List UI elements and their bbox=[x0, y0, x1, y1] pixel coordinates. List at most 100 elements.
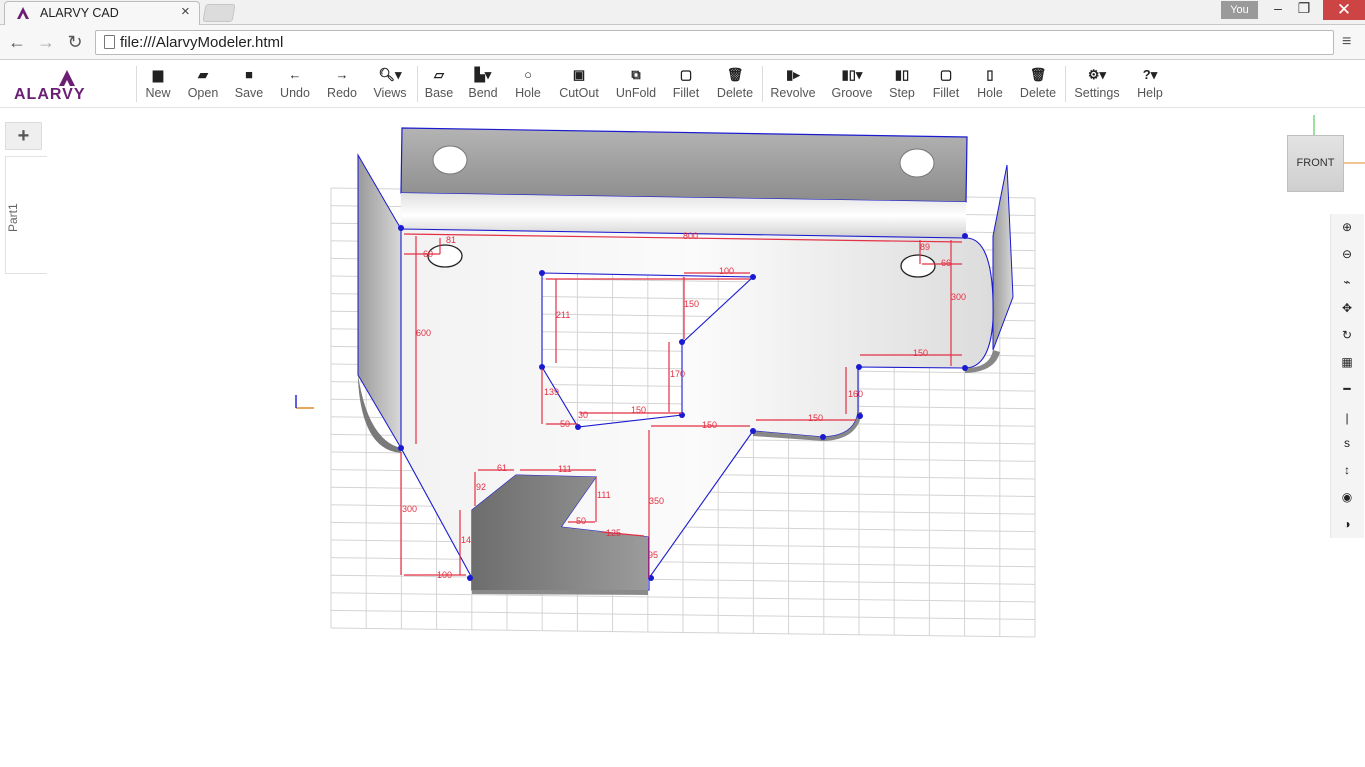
revolve-icon: ▮▸ bbox=[786, 67, 800, 82]
minimize-icon[interactable]: – bbox=[1264, 0, 1292, 20]
dim-label: 100 bbox=[437, 570, 452, 580]
dim-label: 14 bbox=[461, 535, 471, 545]
trash-icon: 🗑︎ bbox=[1029, 67, 1047, 82]
window-close-icon[interactable]: ✕ bbox=[1323, 0, 1365, 20]
zoom-in-icon[interactable]: ⊕ bbox=[1336, 217, 1358, 237]
dim-label: 600 bbox=[416, 328, 431, 338]
dim-label: 66 bbox=[941, 258, 951, 268]
cutout-icon: ▣ bbox=[572, 67, 586, 82]
dim-label: 92 bbox=[476, 482, 486, 492]
dim-label: 150 bbox=[808, 413, 823, 423]
tool-label: Revolve bbox=[770, 86, 816, 100]
vertex-point bbox=[962, 365, 968, 371]
vertex-point bbox=[398, 225, 404, 231]
url-text: file:///AlarvyModeler.html bbox=[120, 34, 284, 51]
tool-cutout-button[interactable]: ▣ CutOut bbox=[549, 66, 609, 104]
vertex-point bbox=[857, 413, 863, 419]
dim-label: 300 bbox=[402, 504, 417, 514]
plate-hole-left bbox=[427, 244, 463, 268]
tool-help-button[interactable]: ?▾ Help bbox=[1120, 66, 1180, 104]
vertex-point bbox=[750, 428, 756, 434]
horizontal-line-icon[interactable]: ━ bbox=[1336, 379, 1358, 399]
flange-hole-right bbox=[899, 148, 935, 178]
vertical-line-icon[interactable]: | bbox=[1336, 408, 1358, 428]
pan-icon[interactable]: ✥ bbox=[1336, 298, 1358, 318]
tab-close-icon[interactable]: × bbox=[181, 3, 190, 20]
vertex-point bbox=[679, 339, 685, 345]
help-dropdown-icon: ?▾ bbox=[1142, 67, 1158, 82]
dim-label: 125 bbox=[606, 528, 621, 538]
page-icon bbox=[104, 35, 115, 49]
dim-label: 50 bbox=[560, 419, 570, 429]
tool-delete-button[interactable]: 🗑︎ Delete bbox=[705, 66, 765, 104]
view-cube-front[interactable]: FRONT bbox=[1287, 135, 1344, 192]
dim-label: 150 bbox=[631, 405, 646, 415]
vertical-arrows-icon[interactable]: ↕ bbox=[1336, 460, 1358, 480]
mouse-zoom-icon[interactable]: ⌁ bbox=[1336, 272, 1358, 292]
trash-icon: 🗑︎ bbox=[726, 67, 744, 82]
plate-hole-right bbox=[900, 254, 936, 278]
tab-title: ALARVY CAD bbox=[40, 6, 119, 20]
back-flange bbox=[400, 127, 968, 203]
dim-label: 89 bbox=[920, 242, 930, 252]
forward-icon[interactable]: → bbox=[36, 32, 56, 52]
dim-label: 211 bbox=[556, 310, 570, 320]
dim-label: 150 bbox=[684, 299, 699, 309]
rotate-icon[interactable]: ↻ bbox=[1336, 325, 1358, 345]
dim-label: 60 bbox=[423, 249, 433, 259]
dim-label: 150 bbox=[702, 420, 717, 430]
tool-label: Delete bbox=[1019, 86, 1057, 100]
dim-label: 95 bbox=[648, 550, 658, 560]
reload-icon[interactable]: ↻ bbox=[65, 32, 85, 52]
tool-label: Delete bbox=[716, 86, 754, 100]
lower-tab-edge bbox=[472, 590, 648, 595]
contrast-icon[interactable]: ◑ bbox=[1336, 514, 1358, 534]
browser-tab-strip: ALARVY CAD × You – ❐ ✕ bbox=[0, 0, 1365, 25]
dim-label: 100 bbox=[719, 266, 734, 276]
vertex-point bbox=[575, 424, 581, 430]
profile-button[interactable]: You bbox=[1221, 1, 1258, 19]
dim-label: 111 bbox=[597, 490, 611, 500]
eye-icon[interactable]: ◉ bbox=[1336, 487, 1358, 507]
logo-text: ALARVY bbox=[14, 86, 86, 103]
dim-label: 160 bbox=[848, 389, 863, 399]
tool-label: Help bbox=[1137, 86, 1163, 100]
dim-label: 150 bbox=[913, 348, 928, 358]
restore-icon[interactable]: ❐ bbox=[1290, 0, 1318, 20]
tool-label: Settings bbox=[1074, 86, 1120, 100]
browser-tab[interactable]: ALARVY CAD × bbox=[4, 1, 200, 25]
dim-label: 50 bbox=[576, 516, 586, 526]
new-tab-button[interactable] bbox=[202, 4, 236, 22]
flange-hole-left bbox=[432, 145, 468, 175]
dim-label: 111 bbox=[558, 464, 572, 474]
tool-label: CutOut bbox=[559, 86, 599, 100]
alarvy-favicon-icon bbox=[17, 7, 29, 19]
vertex-point bbox=[820, 434, 826, 440]
modeling-viewport[interactable]: 800 81 89 66 60 100 150 211 600 300 150 … bbox=[0, 108, 1365, 767]
vertex-point bbox=[962, 233, 968, 239]
vertex-point bbox=[467, 575, 473, 581]
dim-label: 350 bbox=[649, 496, 664, 506]
vertex-point bbox=[856, 364, 862, 370]
tool-revolve-button[interactable]: ▮▸ Revolve bbox=[763, 66, 823, 104]
dim-label: 170 bbox=[670, 369, 685, 379]
dim-label: 300 bbox=[951, 292, 966, 302]
vertex-point bbox=[398, 445, 404, 451]
zoom-out-icon[interactable]: ⊖ bbox=[1336, 244, 1358, 264]
dim-label: 139 bbox=[544, 387, 559, 397]
right-side-flange bbox=[992, 164, 1014, 351]
cad-scene[interactable]: 800 81 89 66 60 100 150 211 600 300 150 … bbox=[0, 108, 1365, 767]
gear-dropdown-icon: ⚙▾ bbox=[1087, 67, 1107, 82]
dim-label: 81 bbox=[446, 235, 456, 245]
dim-label: 61 bbox=[497, 463, 507, 473]
tool-settings-button[interactable]: ⚙▾ Settings bbox=[1067, 66, 1127, 104]
back-icon[interactable]: ← bbox=[7, 32, 27, 52]
dim-label: 30 bbox=[578, 410, 588, 420]
dim-label: 800 bbox=[683, 231, 698, 241]
vertex-point bbox=[750, 274, 756, 280]
tool-delete-button[interactable]: 🗑︎ Delete bbox=[1008, 66, 1068, 104]
s-icon[interactable]: s bbox=[1336, 433, 1358, 453]
vertex-point bbox=[539, 270, 545, 276]
browser-menu-icon[interactable]: ≡ bbox=[1342, 33, 1358, 51]
grid-icon[interactable]: ▦ bbox=[1336, 352, 1358, 372]
